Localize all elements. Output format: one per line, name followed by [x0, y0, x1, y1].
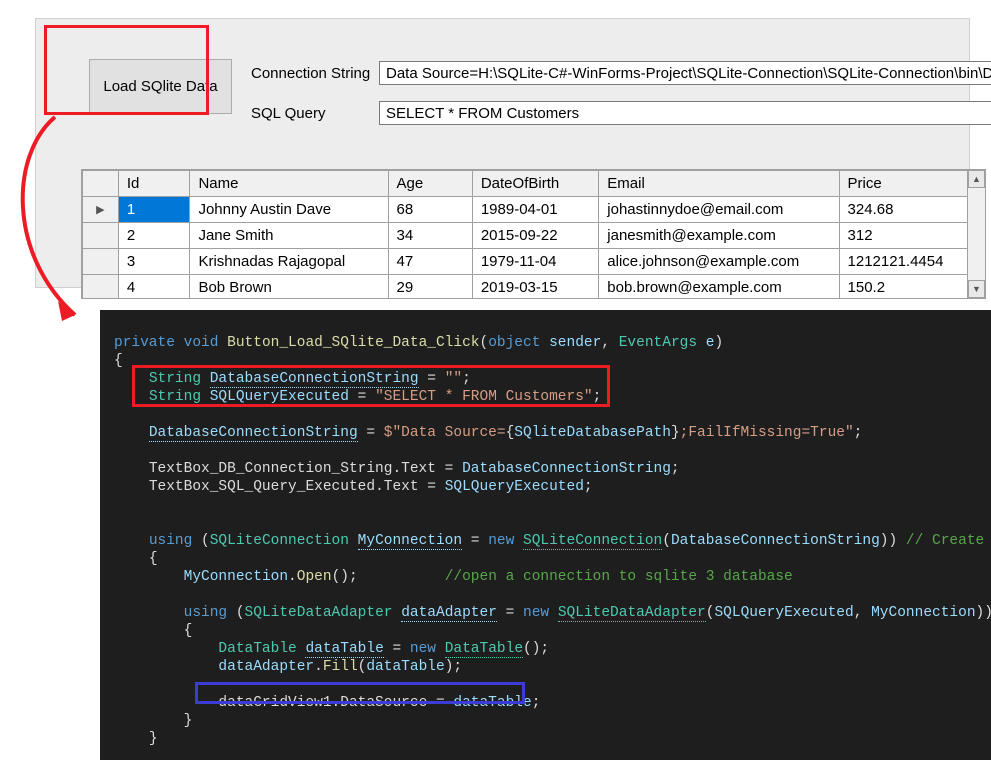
cell-price[interactable]: 1212121.4454 — [839, 249, 984, 275]
cell-price[interactable]: 324.68 — [839, 197, 984, 223]
connection-string-input[interactable] — [379, 61, 991, 85]
cell-name[interactable]: Jane Smith — [190, 223, 388, 249]
cell-id[interactable]: 3 — [118, 249, 190, 275]
grid-row[interactable]: ▶ 1 Johnny Austin Dave 68 1989-04-01 joh… — [83, 197, 985, 223]
grid-col-id[interactable]: Id — [118, 171, 190, 197]
grid-col-dob[interactable]: DateOfBirth — [472, 171, 598, 197]
row-indicator-icon: ▶ — [83, 197, 119, 223]
row-header — [83, 275, 119, 300]
grid-row[interactable]: 4 Bob Brown 29 2019-03-15 bob.brown@exam… — [83, 275, 985, 300]
grid-col-age[interactable]: Age — [388, 171, 472, 197]
cell-price[interactable]: 150.2 — [839, 275, 984, 300]
cell-id[interactable]: 4 — [118, 275, 190, 300]
cell-email[interactable]: alice.johnson@example.com — [599, 249, 839, 275]
cell-name[interactable]: Bob Brown — [190, 275, 388, 300]
sql-query-input[interactable] — [379, 101, 991, 125]
cell-name[interactable]: Johnny Austin Dave — [190, 197, 388, 223]
cell-dob[interactable]: 1979-11-04 — [472, 249, 598, 275]
cell-name[interactable]: Krishnadas Rajagopal — [190, 249, 388, 275]
cell-age[interactable]: 68 — [388, 197, 472, 223]
grid-col-email[interactable]: Email — [599, 171, 839, 197]
row-header — [83, 249, 119, 275]
cell-age[interactable]: 47 — [388, 249, 472, 275]
cell-age[interactable]: 29 — [388, 275, 472, 300]
data-grid[interactable]: Id Name Age DateOfBirth Email Price ▶ 1 … — [81, 169, 986, 299]
load-sqlite-data-button[interactable]: Load SQlite Data — [89, 59, 232, 114]
grid-vertical-scrollbar[interactable]: ▲ ▼ — [967, 170, 985, 298]
cell-age[interactable]: 34 — [388, 223, 472, 249]
cell-price[interactable]: 312 — [839, 223, 984, 249]
grid-col-name[interactable]: Name — [190, 171, 388, 197]
cell-dob[interactable]: 2019-03-15 — [472, 275, 598, 300]
connection-string-label: Connection String — [251, 65, 370, 82]
scroll-up-icon[interactable]: ▲ — [968, 170, 985, 188]
cell-email[interactable]: johastinnydoe@email.com — [599, 197, 839, 223]
cell-id[interactable]: 2 — [118, 223, 190, 249]
grid-col-price[interactable]: Price — [839, 171, 984, 197]
grid-corner — [83, 171, 119, 197]
grid-row[interactable]: 3 Krishnadas Rajagopal 47 1979-11-04 ali… — [83, 249, 985, 275]
sql-query-label: SQL Query — [251, 105, 325, 122]
code-editor[interactable]: private void Button_Load_SQlite_Data_Cli… — [100, 310, 991, 760]
grid-header-row: Id Name Age DateOfBirth Email Price — [83, 171, 985, 197]
cell-email[interactable]: janesmith@example.com — [599, 223, 839, 249]
cell-id[interactable]: 1 — [118, 197, 190, 223]
cell-email[interactable]: bob.brown@example.com — [599, 275, 839, 300]
cell-dob[interactable]: 1989-04-01 — [472, 197, 598, 223]
scroll-down-icon[interactable]: ▼ — [968, 280, 985, 298]
cell-dob[interactable]: 2015-09-22 — [472, 223, 598, 249]
grid-row[interactable]: 2 Jane Smith 34 2015-09-22 janesmith@exa… — [83, 223, 985, 249]
row-header — [83, 223, 119, 249]
form-panel: Load SQlite Data Connection String SQL Q… — [35, 18, 970, 288]
